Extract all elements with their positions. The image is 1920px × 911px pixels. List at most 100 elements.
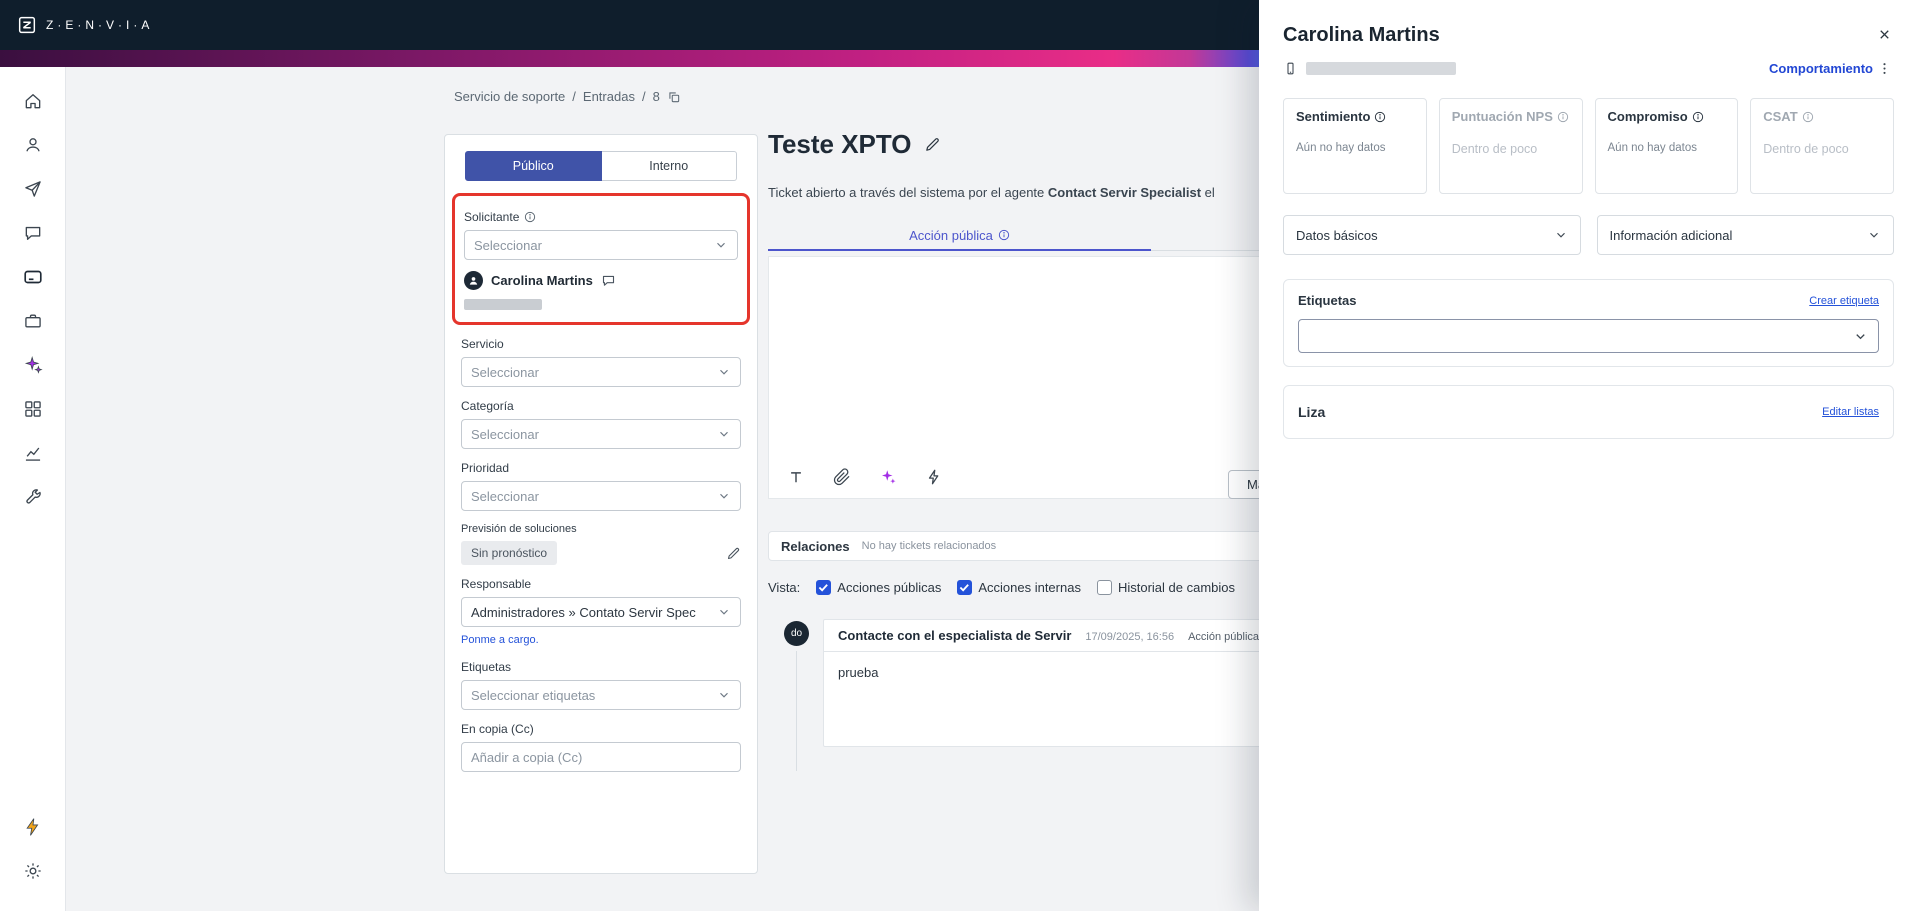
- tags-section: Etiquetas Crear etiqueta: [1283, 279, 1894, 367]
- sidebar-item-toolbox[interactable]: [15, 303, 51, 339]
- contacts-icon: [25, 138, 40, 152]
- sidebar-item-modules[interactable]: [15, 391, 51, 427]
- breadcrumb-entries[interactable]: Entradas: [583, 89, 635, 104]
- breadcrumb-separator: /: [572, 89, 576, 104]
- sidebar-item-campaigns[interactable]: [15, 171, 51, 207]
- info-icon[interactable]: [1802, 111, 1814, 123]
- checkbox-unchecked[interactable]: [1096, 580, 1112, 595]
- cc-label: En copia (Cc): [461, 722, 534, 736]
- edit-lists-link[interactable]: Editar listas: [1822, 406, 1879, 418]
- ai-assist-button[interactable]: [879, 468, 897, 486]
- accordion-datos-basicos[interactable]: Datos básicos: [1283, 215, 1581, 255]
- metric-value: Dentro de poco: [1763, 142, 1849, 156]
- priority-select[interactable]: Seleccionar: [461, 481, 741, 511]
- metric-value: Aún no hay datos: [1607, 142, 1698, 154]
- chevron-down-icon: [717, 242, 725, 248]
- mobile-phone-icon: [1287, 62, 1294, 75]
- tags-select[interactable]: Seleccionar etiquetas: [461, 680, 741, 710]
- breadcrumb-service[interactable]: Servicio de soporte: [454, 89, 565, 104]
- info-icon[interactable]: [1692, 111, 1704, 123]
- kebab-menu-icon[interactable]: [1877, 61, 1892, 76]
- sidebar-item-analytics[interactable]: [15, 435, 51, 471]
- text-format-button[interactable]: [787, 468, 805, 486]
- sidebar-item-settings[interactable]: [15, 853, 51, 889]
- cc-input[interactable]: [461, 742, 741, 772]
- sidebar-item-tools[interactable]: [15, 479, 51, 515]
- annotation-highlight: Solicitante Seleccionar Carolina Martins: [452, 193, 750, 325]
- forecast-chip: Sin pronóstico: [461, 541, 558, 565]
- home-icon: [25, 94, 40, 109]
- paperclip-icon: [833, 468, 850, 486]
- sidebar-item-tickets[interactable]: [15, 259, 51, 295]
- filter-acciones-publicas[interactable]: Acciones públicas: [816, 580, 941, 595]
- copy-icon[interactable]: [667, 90, 681, 104]
- metric-value: Dentro de poco: [1451, 142, 1538, 156]
- entry-action-type: Acción pública: [1188, 631, 1260, 643]
- timeline-connector: [796, 651, 797, 771]
- tab-publico[interactable]: Público: [465, 151, 602, 181]
- contact-tags-select[interactable]: [1298, 319, 1879, 353]
- checkbox-checked[interactable]: [816, 580, 832, 595]
- self-assign-link[interactable]: Ponme a cargo.: [461, 634, 539, 646]
- edit-pencil-icon[interactable]: [726, 546, 741, 561]
- tab-interno[interactable]: Interno: [601, 151, 737, 181]
- category-select[interactable]: Seleccionar: [461, 419, 741, 449]
- sidebar-item-ai[interactable]: [15, 347, 51, 383]
- zenvia-logo[interactable]: Z·E·N·V·I·A: [16, 14, 153, 36]
- requester-select[interactable]: Seleccionar: [464, 230, 738, 260]
- info-icon[interactable]: [1557, 111, 1569, 123]
- behavior-link[interactable]: Comportamiento: [1769, 61, 1873, 76]
- panel-subheader: Comportamiento: [1259, 61, 1920, 76]
- editor-toolbar: [787, 468, 943, 486]
- contact-panel: Carolina Martins Comportamiento Sentimie…: [1259, 0, 1920, 911]
- close-panel-button[interactable]: [1877, 27, 1892, 47]
- info-icon[interactable]: [524, 211, 536, 223]
- filter-acciones-internas[interactable]: Acciones internas: [957, 580, 1081, 595]
- ticket-properties-card: Público Interno Solicitante Seleccionar …: [444, 134, 758, 874]
- metric-csat: CSAT Dentro de poco: [1750, 98, 1894, 194]
- sidebar-item-chat[interactable]: [15, 215, 51, 251]
- chat-bubble-icon[interactable]: [601, 273, 616, 288]
- assignee-select[interactable]: Administradores » Contato Servir Spec: [461, 597, 741, 627]
- zenvia-logo-icon: [18, 16, 36, 34]
- visibility-tabs: Público Interno: [465, 151, 737, 181]
- forecast-label: Previsión de soluciones: [461, 523, 577, 535]
- metric-sentimiento: Sentimiento Aún no hay datos: [1283, 98, 1427, 194]
- checkbox-checked[interactable]: [957, 580, 973, 595]
- modules-icon: [24, 401, 41, 417]
- sidebar-item-contacts[interactable]: [15, 127, 51, 163]
- tags-section-title: Etiquetas: [1298, 293, 1357, 308]
- chevron-down-icon: [1870, 232, 1878, 238]
- quick-reply-button[interactable]: [925, 468, 943, 486]
- contact-panel-name: Carolina Martins: [1283, 24, 1440, 46]
- requester-label-row: Solicitante: [464, 210, 738, 224]
- lists-section-title: Liza: [1298, 404, 1326, 420]
- filter-historial-cambios[interactable]: Historial de cambios: [1096, 580, 1235, 595]
- entry-author: Contacte con el especialista de Servir: [838, 628, 1072, 643]
- chevron-down-icon: [1856, 333, 1865, 339]
- ticket-icon: [23, 270, 42, 284]
- attachment-button[interactable]: [833, 468, 851, 486]
- tags-label: Etiquetas: [461, 660, 512, 674]
- service-select[interactable]: Seleccionar: [461, 357, 741, 387]
- send-icon: [24, 181, 41, 197]
- entry-avatar: do: [784, 621, 809, 646]
- requester-contact-row[interactable]: Carolina Martins: [464, 271, 738, 290]
- redacted-contact-detail: [464, 299, 542, 310]
- tab-accion-publica[interactable]: Acción pública: [768, 221, 1151, 251]
- sparkles-icon: [882, 470, 896, 484]
- chevron-down-icon: [720, 431, 728, 437]
- metric-value: Aún no hay datos: [1296, 142, 1386, 154]
- sidebar-item-quick-access[interactable]: [15, 809, 51, 845]
- edit-title-pencil-icon[interactable]: [924, 136, 941, 153]
- app-sidebar: [0, 67, 66, 911]
- info-icon[interactable]: [1374, 111, 1386, 123]
- quick-reply-icon: [928, 469, 939, 485]
- metric-compromiso: Compromiso Aún no hay datos: [1594, 98, 1739, 194]
- sidebar-item-home[interactable]: [15, 83, 51, 119]
- app-screen: Z·E·N·V·I·A Servicio de soporte / Entrad…: [0, 0, 1920, 911]
- lightning-icon: [25, 818, 38, 836]
- create-tag-link[interactable]: Crear etiqueta: [1809, 295, 1879, 307]
- ticket-description: Ticket abierto a través del sistema por …: [768, 185, 1215, 200]
- accordion-informacion-adicional[interactable]: Información adicional: [1596, 215, 1894, 255]
